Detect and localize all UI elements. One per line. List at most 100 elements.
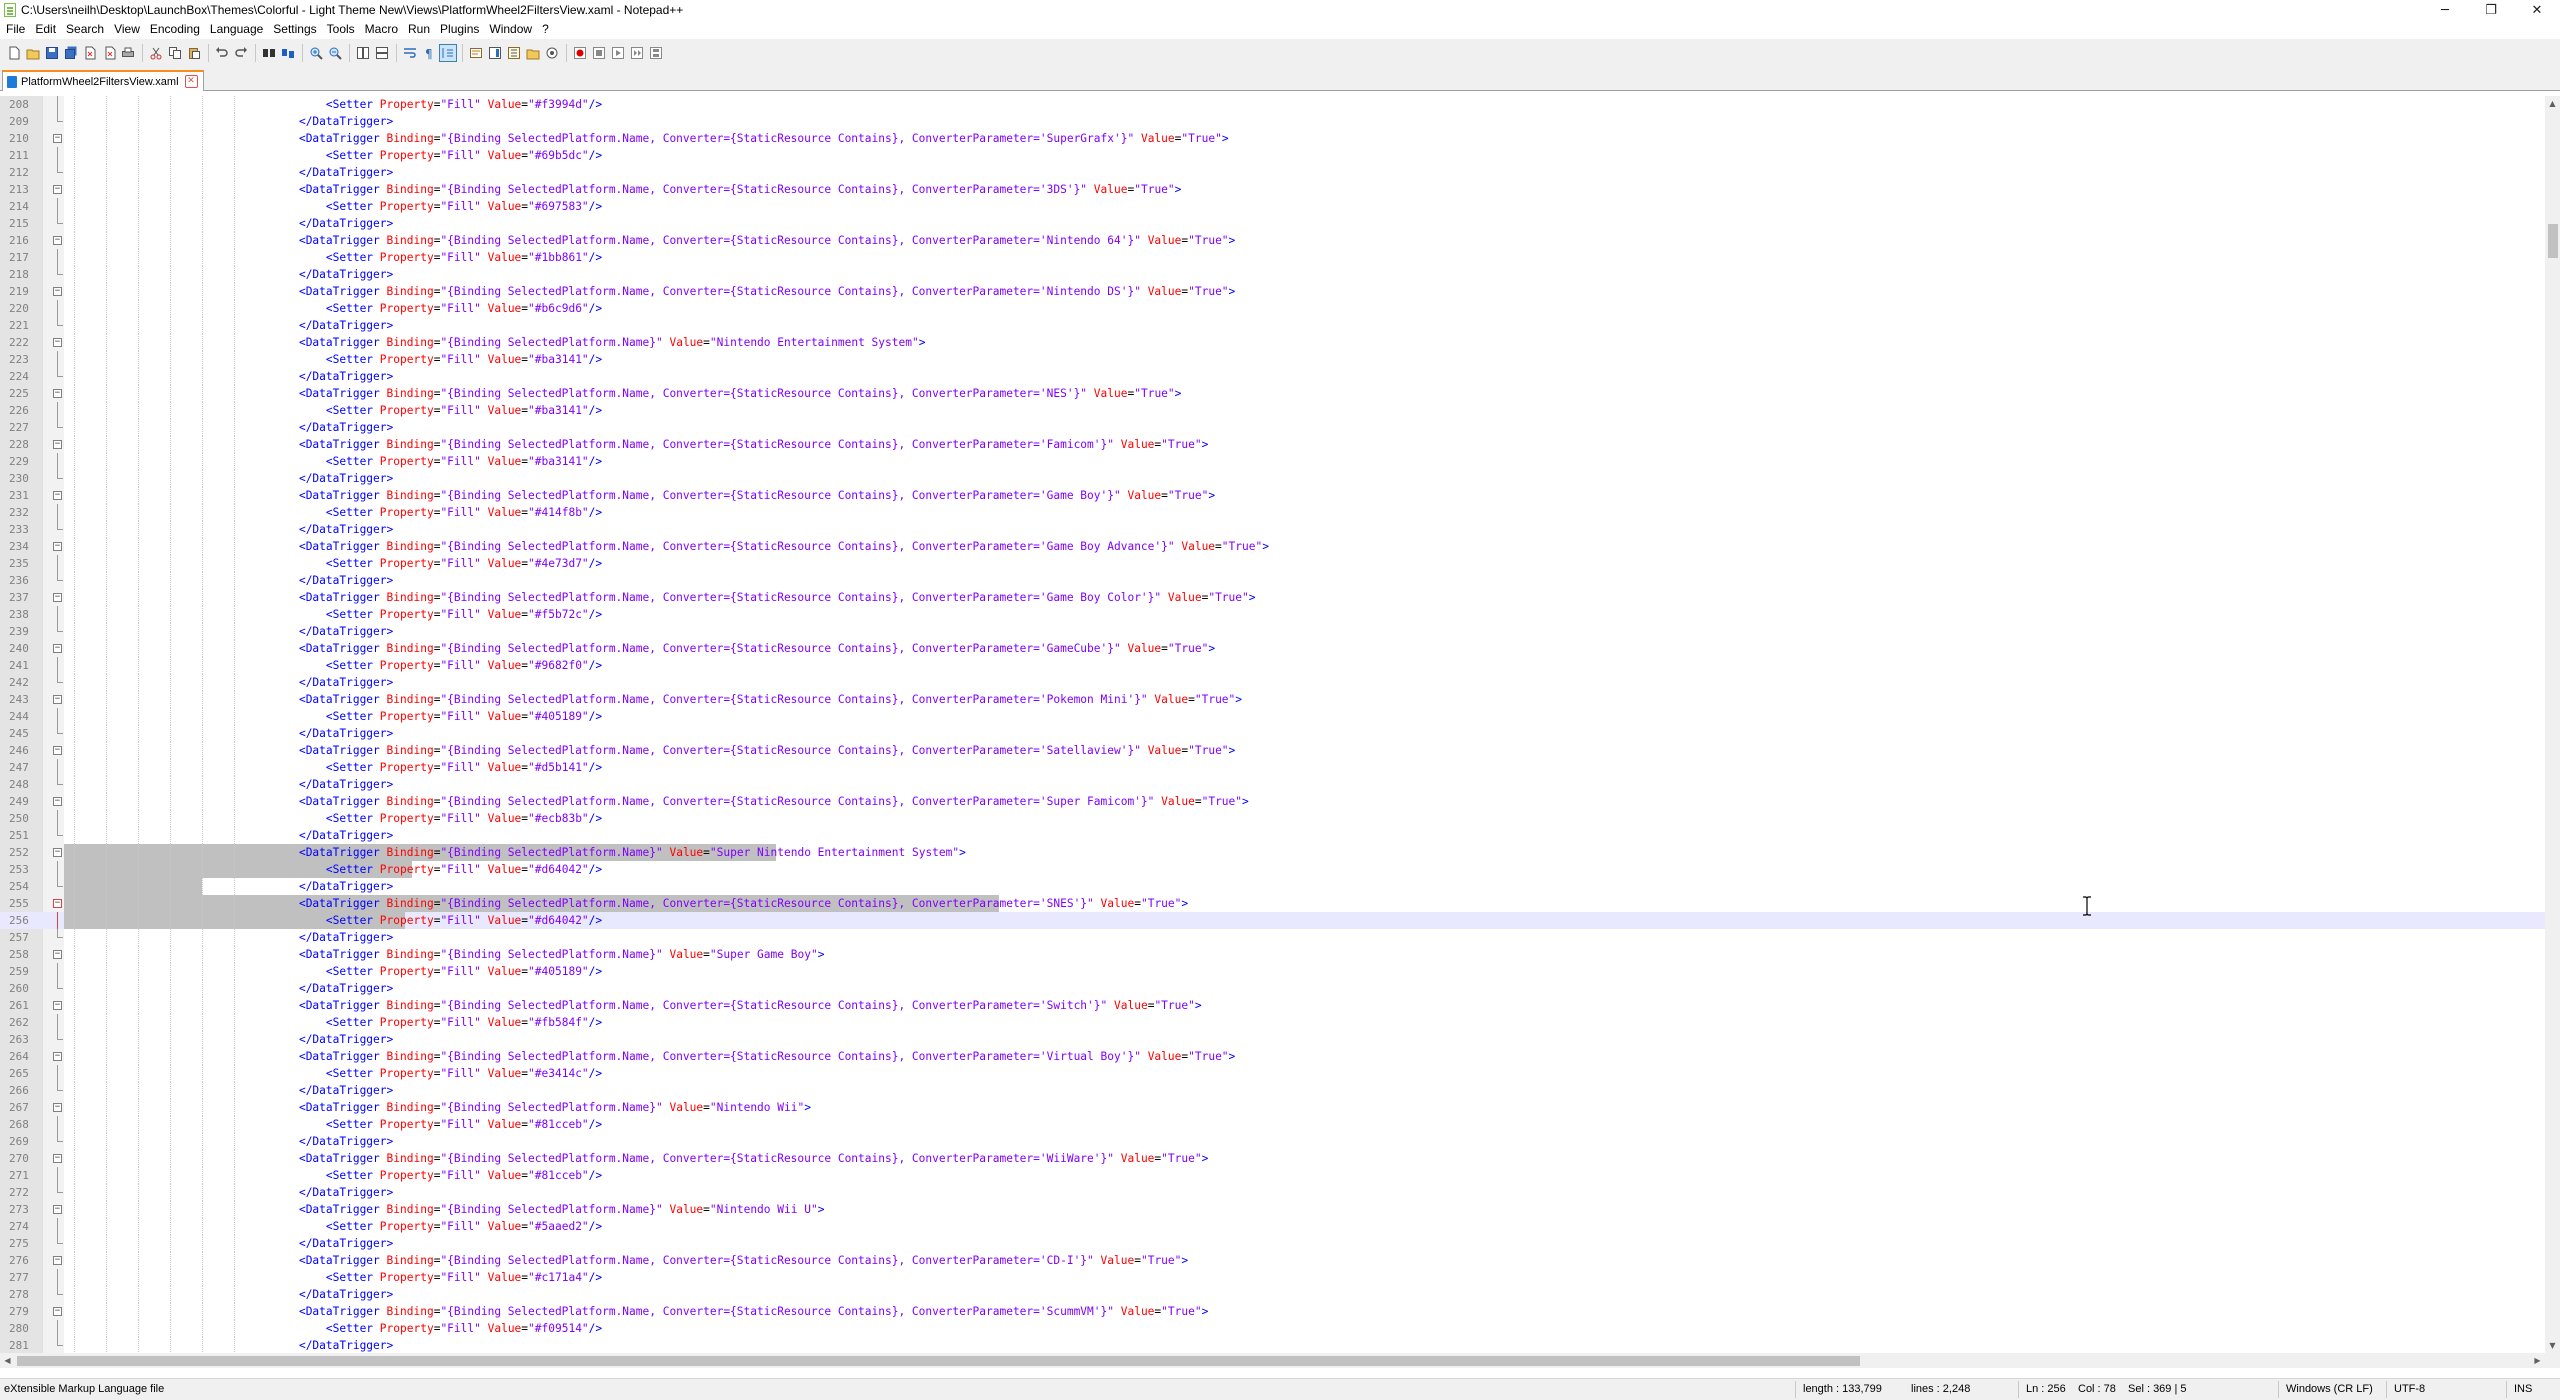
code-line[interactable]: 239 </DataTrigger> <box>0 623 2545 640</box>
fold-collapse-icon[interactable]: − <box>53 181 65 198</box>
close-icon[interactable] <box>82 45 98 61</box>
fold-collapse-icon[interactable]: − <box>53 1150 65 1167</box>
fold-collapse-icon[interactable]: − <box>53 793 65 810</box>
open-file-icon[interactable] <box>25 45 41 61</box>
code-line[interactable]: 271 <Setter Property="Fill" Value="#81cc… <box>0 1167 2545 1184</box>
code-line[interactable]: 269 </DataTrigger> <box>0 1133 2545 1150</box>
code-line[interactable]: 215 </DataTrigger> <box>0 215 2545 232</box>
stop-record-icon[interactable] <box>591 45 607 61</box>
print-icon[interactable] <box>120 45 136 61</box>
code-line[interactable]: 217 <Setter Property="Fill" Value="#1bb8… <box>0 249 2545 266</box>
fold-collapse-icon[interactable]: − <box>53 436 65 453</box>
code-line[interactable]: 220 <Setter Property="Fill" Value="#b6c9… <box>0 300 2545 317</box>
code-line[interactable]: 246 − <DataTrigger Binding="{Binding Sele… <box>0 742 2545 759</box>
code-line[interactable]: 216 − <DataTrigger Binding="{Binding Sele… <box>0 232 2545 249</box>
status-encoding[interactable]: UTF-8 <box>2390 1379 2425 1400</box>
find-icon[interactable] <box>261 45 277 61</box>
code-line[interactable]: 208 <Setter Property="Fill" Value="#f399… <box>0 96 2545 113</box>
code-line[interactable]: 274 <Setter Property="Fill" Value="#5aae… <box>0 1218 2545 1235</box>
status-eol[interactable]: Windows (CR LF) <box>2282 1379 2373 1400</box>
code-line[interactable]: 219 − <DataTrigger Binding="{Binding Sele… <box>0 283 2545 300</box>
play-macro-icon[interactable] <box>610 45 626 61</box>
code-line[interactable]: 244 <Setter Property="Fill" Value="#4051… <box>0 708 2545 725</box>
code-line[interactable]: 255 − <DataTrigger Binding = "{Binding Sele… <box>0 895 2545 912</box>
menu-macro[interactable]: Macro <box>360 20 403 39</box>
code-line[interactable]: 259 <Setter Property="Fill" Value="#4051… <box>0 963 2545 980</box>
code-line[interactable]: 230 </DataTrigger> <box>0 470 2545 487</box>
tab-close-icon[interactable]: ✕ <box>184 75 198 88</box>
udl-icon[interactable] <box>468 45 484 61</box>
fold-collapse-icon[interactable]: − <box>53 283 65 300</box>
vertical-scroll-thumb[interactable] <box>2548 224 2558 258</box>
minimize-button[interactable]: ─ <box>2422 0 2468 20</box>
code-line[interactable]: 238 <Setter Property="Fill" Value="#f5b7… <box>0 606 2545 623</box>
folder-workspace-icon[interactable] <box>525 45 541 61</box>
code-line[interactable]: 212 </DataTrigger> <box>0 164 2545 181</box>
code-line[interactable]: 279 − <DataTrigger Binding="{Binding Sele… <box>0 1303 2545 1320</box>
code-line[interactable]: 281 </DataTrigger> <box>0 1337 2545 1353</box>
scroll-down-icon[interactable]: ▼ <box>2545 1338 2560 1353</box>
scroll-up-icon[interactable]: ▲ <box>2545 96 2560 111</box>
function-list-icon[interactable] <box>506 45 522 61</box>
horizontal-scrollbar[interactable]: ◀ ▶ <box>0 1353 2545 1368</box>
run-macro-multiple-icon[interactable] <box>629 45 645 61</box>
menu-search[interactable]: Search <box>61 20 109 39</box>
menu-run[interactable]: Run <box>403 20 435 39</box>
menu-language[interactable]: Language <box>205 20 268 39</box>
menu-settings[interactable]: Settings <box>268 20 321 39</box>
tab-platformwheel2filtersview[interactable]: PlatformWheel2FiltersView.xaml ✕ <box>2 70 204 91</box>
code-line[interactable]: 241 <Setter Property="Fill" Value="#9682… <box>0 657 2545 674</box>
fold-collapse-icon[interactable]: − <box>53 691 65 708</box>
code-line[interactable]: 209 </DataTrigger> <box>0 113 2545 130</box>
code-line[interactable]: 237 − <DataTrigger Binding="{Binding Sele… <box>0 589 2545 606</box>
fold-collapse-icon[interactable]: − <box>53 589 65 606</box>
code-line[interactable]: 223 <Setter Property="Fill" Value="#ba31… <box>0 351 2545 368</box>
fold-collapse-icon[interactable]: − <box>53 1099 65 1116</box>
menu-view[interactable]: View <box>109 20 145 39</box>
code-line[interactable]: 254 </DataTrigger> <box>0 878 2545 895</box>
fold-collapse-icon[interactable]: − <box>53 1303 65 1320</box>
fold-collapse-icon[interactable]: − <box>53 640 65 657</box>
code-line[interactable]: 257 </DataTrigger> <box>0 929 2545 946</box>
code-line[interactable]: 243 − <DataTrigger Binding = "{Binding Sele… <box>0 691 2545 708</box>
fold-collapse-icon[interactable]: − <box>53 385 65 402</box>
code-line[interactable]: 280 <Setter Property="Fill" Value="#f095… <box>0 1320 2545 1337</box>
code-line[interactable]: 267 − <DataTrigger Binding = "{Binding Sele… <box>0 1099 2545 1116</box>
code-line[interactable]: 273 − <DataTrigger Binding = "{Binding Sele… <box>0 1201 2545 1218</box>
code-line[interactable]: 221 </DataTrigger> <box>0 317 2545 334</box>
code-line[interactable]: 252 − <DataTrigger Binding = "{Binding Sele… <box>0 844 2545 861</box>
indent-guide-icon[interactable] <box>439 44 457 62</box>
record-macro-icon[interactable] <box>572 45 588 61</box>
horizontal-scroll-thumb[interactable] <box>17 1356 1860 1366</box>
code-line[interactable]: 242 </DataTrigger> <box>0 674 2545 691</box>
doc-map-icon[interactable] <box>487 45 503 61</box>
code-line[interactable]: 247 <Setter Property="Fill" Value="#d5b1… <box>0 759 2545 776</box>
scroll-right-icon[interactable]: ▶ <box>2530 1353 2545 1368</box>
code-line[interactable]: 240 − <DataTrigger Binding = "{Binding Sele… <box>0 640 2545 657</box>
code-line[interactable]: 211 <Setter Property="Fill" Value="#69b5… <box>0 147 2545 164</box>
code-line[interactable]: 210 − <DataTrigger Binding="{Binding Sele… <box>0 130 2545 147</box>
code-line[interactable]: 232 <Setter Property="Fill" Value="#414f… <box>0 504 2545 521</box>
menu-encoding[interactable]: Encoding <box>145 20 205 39</box>
fold-collapse-icon[interactable]: − <box>53 538 65 555</box>
code-line[interactable]: 278 </DataTrigger> <box>0 1286 2545 1303</box>
code-line[interactable]: 265 <Setter Property="Fill" Value="#e341… <box>0 1065 2545 1082</box>
replace-icon[interactable] <box>280 45 296 61</box>
zoom-out-icon[interactable] <box>327 45 343 61</box>
fold-collapse-icon[interactable]: − <box>53 1048 65 1065</box>
fold-collapse-icon[interactable]: − <box>53 232 65 249</box>
code-line[interactable]: 225 − <DataTrigger Binding="{Binding Sele… <box>0 385 2545 402</box>
fold-collapse-icon[interactable]: − <box>53 997 65 1014</box>
code-line[interactable]: 236 </DataTrigger> <box>0 572 2545 589</box>
code-line[interactable]: 260 </DataTrigger> <box>0 980 2545 997</box>
close-window-button[interactable]: ✕ <box>2514 0 2560 20</box>
code-line[interactable]: 258 − <DataTrigger Binding = "{Binding Sele… <box>0 946 2545 963</box>
fold-collapse-icon[interactable]: − <box>53 742 65 759</box>
code-line[interactable]: 224 </DataTrigger> <box>0 368 2545 385</box>
save-macro-icon[interactable] <box>648 45 664 61</box>
code-line[interactable]: 213 − <DataTrigger Binding="{Binding Sele… <box>0 181 2545 198</box>
editor-area[interactable]: 208 <Setter Property="Fill" Value="#f399… <box>0 96 2560 1353</box>
menu-file[interactable]: File <box>0 20 30 39</box>
menu-window[interactable]: Window <box>484 20 537 39</box>
code-line[interactable]: 226 <Setter Property="Fill" Value="#ba31… <box>0 402 2545 419</box>
